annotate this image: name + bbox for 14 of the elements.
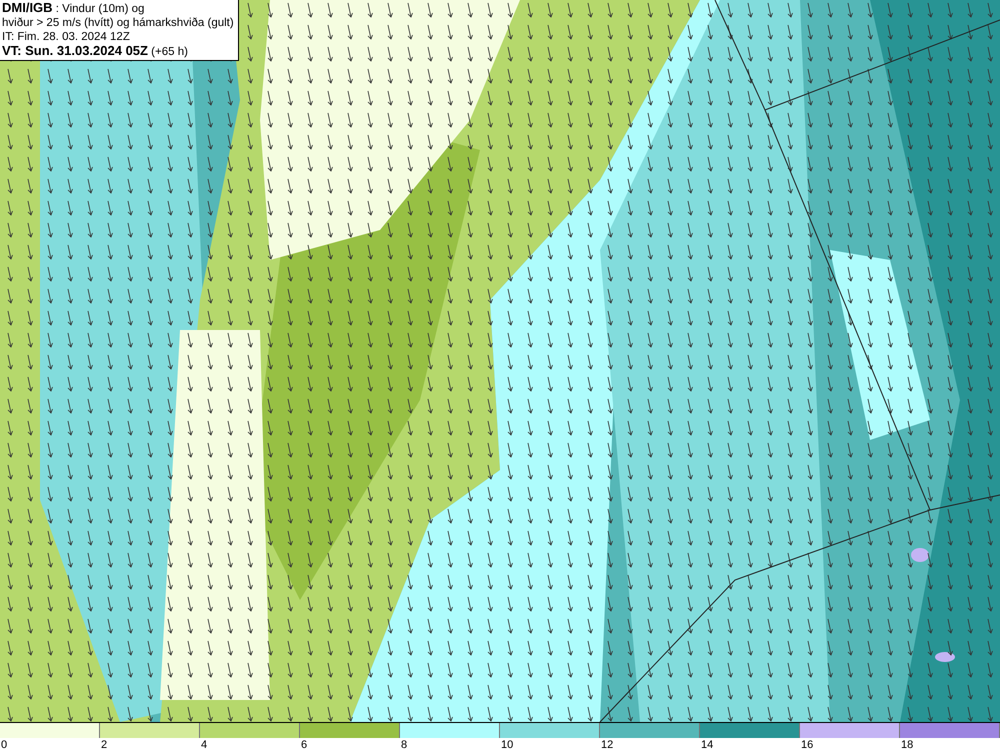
legend-label: 4 bbox=[200, 738, 208, 752]
legend-label: 2 bbox=[100, 738, 108, 752]
legend-label: 10 bbox=[500, 738, 514, 752]
legend-label: 14 bbox=[700, 738, 714, 752]
legend-label: 18 bbox=[900, 738, 914, 752]
legend-label: 16 bbox=[800, 738, 814, 752]
header-text: VT: Sun. 31.03.2024 05Z (+65 h) bbox=[2, 44, 189, 59]
header-text: DMI/IGB : Vindur (10m) og bbox=[2, 1, 146, 16]
legend-label: 12 bbox=[600, 738, 614, 752]
legend-label: 8 bbox=[400, 738, 408, 752]
legend-label: 6 bbox=[300, 738, 308, 752]
legend-label: 0 bbox=[0, 738, 8, 752]
header-text: IT: Fim. 28. 03. 2024 12Z bbox=[2, 30, 131, 44]
header-text: hviður > 25 m/s (hvítt) og hámarkshviða (gult) bbox=[2, 16, 234, 30]
